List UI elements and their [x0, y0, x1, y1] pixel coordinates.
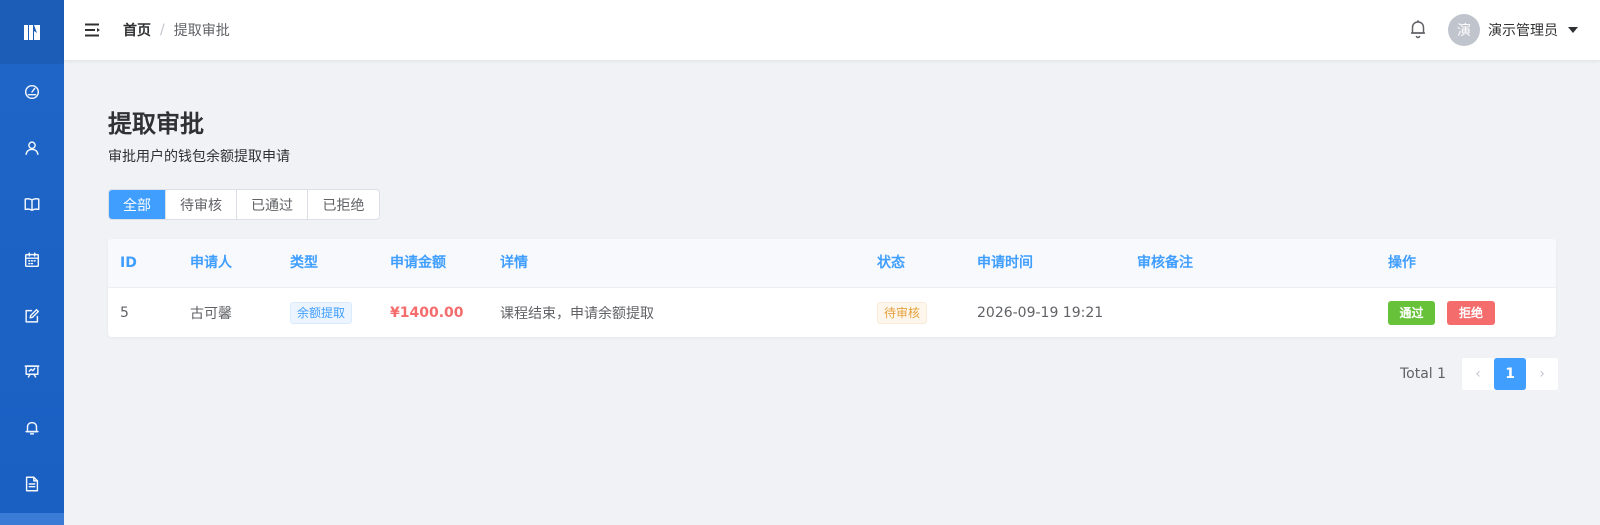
cell-status: 待审核: [877, 288, 928, 337]
column-header-applicant: 申请人: [190, 255, 232, 271]
type-tag: 余额提取: [290, 301, 353, 324]
tab-rejected[interactable]: 已拒绝: [308, 190, 379, 219]
status-filter-tabs: 全部 待审核 已通过 已拒绝: [108, 189, 380, 220]
pagination: Total 1 ‹ 1 ›: [1400, 358, 1559, 390]
breadcrumb-home[interactable]: 首页: [123, 20, 151, 40]
column-header-amount: 申请金额: [390, 255, 446, 271]
table-header: ID 申请人 类型 申请金额 详情 状态 申请时间 审核备注 操作: [108, 239, 1556, 288]
breadcrumb-current: 提取审批: [173, 23, 230, 39]
column-header-id: ID: [120, 255, 137, 271]
page-title: 提取审批: [108, 110, 204, 138]
column-header-type: 类型: [290, 255, 318, 271]
book-icon: [24, 198, 40, 212]
page-number-button[interactable]: 1: [1494, 358, 1527, 390]
cell-id: 5: [120, 304, 129, 321]
sidebar-item-notifications[interactable]: [0, 400, 64, 456]
breadcrumb: 首页 / 提取审批: [123, 20, 230, 40]
top-header: 首页 / 提取审批 演 演示管理员: [64, 0, 1600, 60]
tab-pending[interactable]: 待审核: [166, 190, 237, 219]
withdrawal-table: ID 申请人 类型 申请金额 详情 状态 申请时间 审核备注 操作 5 古可馨 …: [108, 239, 1556, 337]
chevron-down-icon: [1568, 27, 1578, 33]
sidebar-item-schedule[interactable]: [0, 232, 64, 288]
next-page-button[interactable]: ›: [1526, 358, 1559, 390]
column-header-status: 状态: [877, 255, 905, 271]
presentation-icon: [24, 365, 40, 378]
cell-type: 余额提取: [290, 288, 353, 337]
sidebar-item-edit[interactable]: [0, 288, 64, 344]
breadcrumb-separator: /: [160, 22, 165, 38]
cell-actions: 通过 拒绝: [1388, 288, 1495, 337]
sidebar-item-dashboard[interactable]: [0, 64, 64, 120]
dashboard-icon: [24, 84, 40, 100]
column-header-actions: 操作: [1388, 255, 1416, 271]
tab-approved[interactable]: 已通过: [237, 190, 308, 219]
sidebar-item-courses[interactable]: [0, 176, 64, 232]
notification-bell-icon[interactable]: [1408, 18, 1428, 40]
cell-applicant: 古可馨: [190, 305, 232, 322]
avatar: 演: [1448, 14, 1480, 46]
tab-all[interactable]: 全部: [109, 190, 166, 219]
column-header-remark: 审核备注: [1137, 255, 1193, 271]
sidebar: [0, 0, 64, 525]
sidebar-item-users[interactable]: [0, 120, 64, 176]
page-subtitle: 审批用户的钱包余额提取申请: [108, 149, 290, 165]
reject-button[interactable]: 拒绝: [1447, 300, 1495, 325]
table-row: 5 古可馨 余额提取 ¥1400.00 课程结束，申请余额提取 待审核 2026…: [108, 288, 1556, 337]
approve-button[interactable]: 通过: [1388, 300, 1435, 325]
calendar-icon: [24, 252, 40, 268]
cell-amount: ¥1400.00: [390, 288, 464, 337]
document-icon: [25, 476, 39, 492]
app-logo[interactable]: [0, 0, 64, 64]
cell-time: 2026-09-19 19:21: [977, 304, 1104, 321]
logo-icon: [24, 25, 40, 40]
sidebar-item-partial[interactable]: [0, 513, 64, 525]
edit-icon: [25, 308, 40, 323]
amount-value: ¥1400.00: [390, 304, 464, 321]
status-badge: 待审核: [877, 301, 928, 324]
column-header-time: 申请时间: [977, 255, 1033, 271]
user-icon: [25, 141, 39, 156]
username: 演示管理员: [1488, 23, 1558, 39]
user-menu[interactable]: 演 演示管理员: [1448, 14, 1578, 46]
bell-icon: [25, 421, 39, 435]
menu-toggle-icon[interactable]: [84, 21, 102, 39]
column-header-detail: 详情: [500, 255, 528, 271]
cell-detail: 课程结束，申请余额提取: [500, 305, 654, 322]
sidebar-item-presentation[interactable]: [0, 344, 64, 400]
prev-page-button[interactable]: ‹: [1462, 358, 1495, 390]
sidebar-item-documents[interactable]: [0, 456, 64, 512]
pagination-total: Total 1: [1400, 366, 1447, 382]
